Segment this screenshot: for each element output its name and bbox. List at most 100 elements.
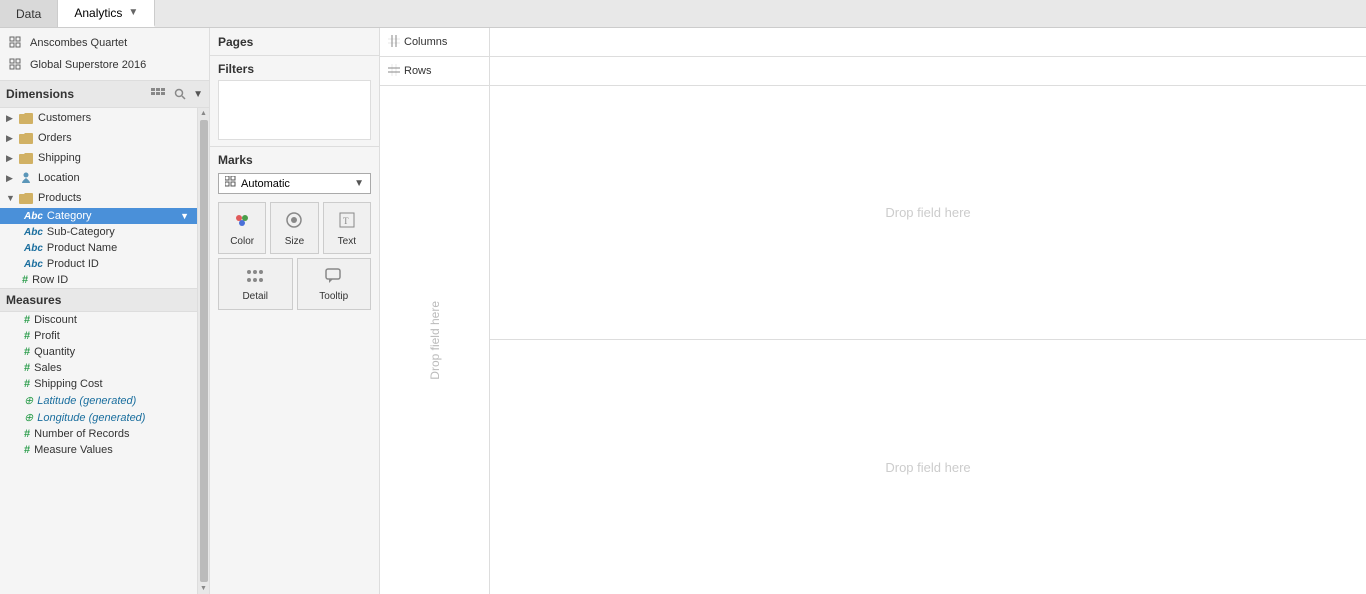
canvas-left-gutter[interactable]: Drop field here xyxy=(380,86,490,594)
measure-item-quantity[interactable]: # Quantity xyxy=(0,344,209,360)
canvas-drop-field-top[interactable]: Drop field here xyxy=(490,86,1366,340)
dim-type-product-name: Abc xyxy=(24,243,43,254)
color-icon xyxy=(232,210,252,233)
hash-quantity-icon: # xyxy=(24,346,30,358)
expand-products-icon: ▼ xyxy=(6,193,16,203)
datasource-global-label: Global Superstore 2016 xyxy=(30,59,146,71)
marks-type-dropdown[interactable]: Automatic ▼ xyxy=(218,173,371,194)
tab-analytics-dropdown-icon: ▼ xyxy=(128,7,138,18)
rows-grid-icon xyxy=(388,64,400,79)
right-panel: Columns Rows xyxy=(380,28,1366,594)
dim-group-customers-header[interactable]: ▶ Customers xyxy=(0,108,209,128)
measure-item-longitude[interactable]: ⊕ Longitude (generated) xyxy=(0,409,209,426)
left-panel: Anscombes Quartet Global Superstore 2016 xyxy=(0,28,210,594)
measure-item-number-of-records[interactable]: # Number of Records xyxy=(0,426,209,442)
mark-btn-color[interactable]: Color xyxy=(218,202,266,254)
measure-item-profit[interactable]: # Profit xyxy=(0,328,209,344)
pages-section: Pages xyxy=(210,28,379,56)
measure-item-sales[interactable]: # Sales xyxy=(0,360,209,376)
tab-data[interactable]: Data xyxy=(0,0,58,27)
mark-btn-detail[interactable]: Detail xyxy=(218,258,293,310)
columns-label-container: Columns xyxy=(380,28,490,56)
dim-group-products-header[interactable]: ▼ Products xyxy=(0,188,209,208)
measure-quantity-label: Quantity xyxy=(34,346,75,358)
tab-analytics-label: Analytics xyxy=(74,6,122,20)
tab-bar: Data Analytics ▼ xyxy=(0,0,1366,28)
dim-group-orders-header[interactable]: ▶ Orders xyxy=(0,128,209,148)
detail-icon xyxy=(245,267,265,288)
columns-label: Columns xyxy=(404,36,447,48)
dim-product-name-label: Product Name xyxy=(47,242,117,254)
measure-measure-values-label: Measure Values xyxy=(34,444,113,456)
marks-dropdown-arrow-icon: ▼ xyxy=(354,178,364,189)
measure-item-latitude[interactable]: ⊕ Latitude (generated) xyxy=(0,392,209,409)
filter-title: Filters xyxy=(218,62,371,76)
mark-btn-tooltip-label: Tooltip xyxy=(319,291,348,302)
drop-field-top-text: Drop field here xyxy=(885,205,970,220)
scroll-up-arrow[interactable]: ▲ xyxy=(200,110,207,117)
svg-text:T: T xyxy=(343,216,349,226)
measure-item-discount[interactable]: # Discount xyxy=(0,312,209,328)
mark-btn-tooltip[interactable]: Tooltip xyxy=(297,258,372,310)
middle-panel: Pages Filters Marks xyxy=(210,28,380,594)
dim-group-location: ▶ Location xyxy=(0,168,209,188)
dim-group-shipping-label: Shipping xyxy=(38,152,81,164)
mark-btn-size[interactable]: Size xyxy=(270,202,318,254)
data-source-global[interactable]: Global Superstore 2016 xyxy=(0,54,209,76)
measure-item-shipping-cost[interactable]: # Shipping Cost xyxy=(0,376,209,392)
mark-btn-text[interactable]: T Text xyxy=(323,202,371,254)
mark-btn-text-label: Text xyxy=(338,236,356,247)
dim-type-product-id: Abc xyxy=(24,259,43,270)
measure-item-measure-values[interactable]: # Measure Values xyxy=(0,442,209,458)
measure-sales-label: Sales xyxy=(34,362,62,374)
hash-profit-icon: # xyxy=(24,330,30,342)
dim-group-products-label: Products xyxy=(38,192,81,204)
dimensions-search-icon[interactable] xyxy=(171,85,189,103)
dimensions-dropdown-icon[interactable]: ▼ xyxy=(193,89,203,100)
rows-row: Rows xyxy=(380,57,1366,86)
app-container: Data Analytics ▼ xyxy=(0,0,1366,594)
dimensions-header-icons: ▼ xyxy=(149,85,203,103)
columns-row: Columns xyxy=(380,28,1366,57)
data-source-anscombe[interactable]: Anscombes Quartet xyxy=(0,32,209,54)
dim-item-product-name[interactable]: Abc Product Name xyxy=(0,240,209,256)
tab-analytics[interactable]: Analytics ▼ xyxy=(58,0,155,27)
scrollbar[interactable]: ▲ ▼ xyxy=(197,108,209,594)
dimensions-list-view-icon[interactable] xyxy=(149,85,167,103)
dim-item-category[interactable]: Abc Category ▼ xyxy=(0,208,209,224)
dim-group-shipping-header[interactable]: ▶ Shipping xyxy=(0,148,209,168)
folder-shipping-icon xyxy=(18,150,34,166)
folder-customers-icon xyxy=(18,110,34,126)
canvas-drop-field-bottom[interactable]: Drop field here xyxy=(490,340,1366,594)
dim-group-location-header[interactable]: ▶ Location xyxy=(0,168,209,188)
filter-section: Filters xyxy=(210,56,379,147)
dim-group-customers-label: Customers xyxy=(38,112,91,124)
mark-btn-detail-label: Detail xyxy=(242,291,268,302)
dim-sub-category-label: Sub-Category xyxy=(47,226,115,238)
canvas-main: Drop field here Drop field here xyxy=(490,86,1366,594)
dim-row-id-label: Row ID xyxy=(32,274,68,286)
scroll-down-arrow[interactable]: ▼ xyxy=(200,585,207,592)
rows-label-container: Rows xyxy=(380,57,490,85)
dim-item-sub-category[interactable]: Abc Sub-Category xyxy=(0,224,209,240)
marks-buttons-row2: Detail Tooltip xyxy=(218,258,371,310)
drop-field-vertical-text: Drop field here xyxy=(428,301,442,380)
dim-item-row-id[interactable]: # Row ID xyxy=(0,272,209,288)
scroll-thumb xyxy=(200,120,208,582)
dim-group-customers: ▶ Customers xyxy=(0,108,209,128)
measure-shipping-cost-label: Shipping Cost xyxy=(34,378,103,390)
dim-group-products: ▼ Products Abc Category ▼ xyxy=(0,188,209,272)
marks-dropdown-grid-icon xyxy=(225,176,237,191)
category-dropdown-arrow: ▼ xyxy=(180,211,189,221)
rows-label: Rows xyxy=(404,65,432,77)
canvas-body: Drop field here Drop field here Drop fie… xyxy=(380,86,1366,594)
dim-item-product-id[interactable]: Abc Product ID xyxy=(0,256,209,272)
measures-title: Measures xyxy=(6,293,203,307)
folder-products-icon xyxy=(18,190,34,206)
columns-drop-area[interactable] xyxy=(490,28,1366,56)
rows-drop-area[interactable] xyxy=(490,57,1366,85)
columns-grid-icon xyxy=(388,35,400,50)
dimensions-list: ▲ ▼ ▶ Customers xyxy=(0,108,209,594)
hash-shipping-cost-icon: # xyxy=(24,378,30,390)
filter-drop-area[interactable] xyxy=(218,80,371,140)
